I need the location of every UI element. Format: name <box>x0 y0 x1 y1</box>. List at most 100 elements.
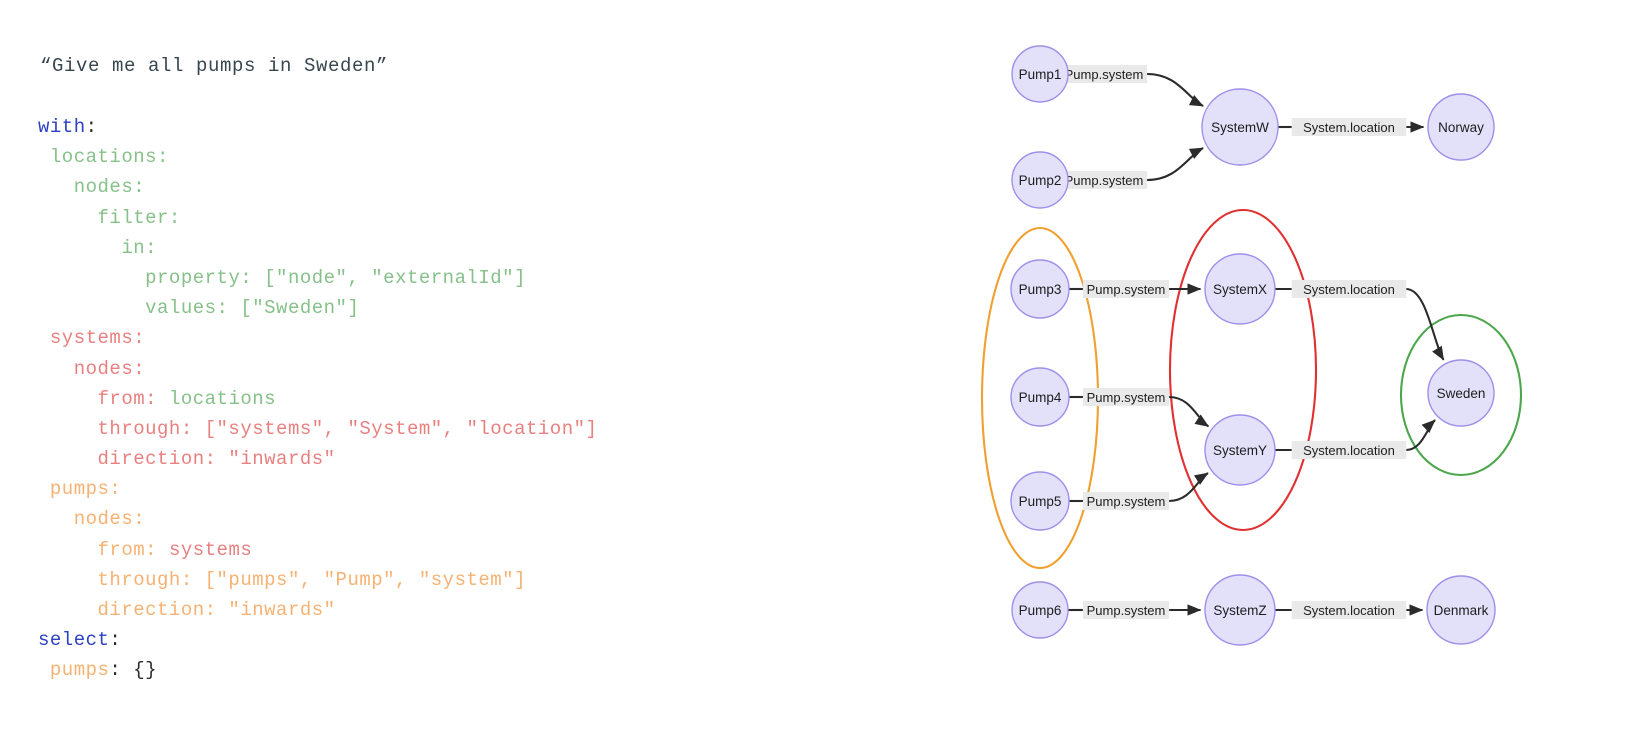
code-token: nodes: <box>73 357 146 380</box>
code-line: filter: <box>38 203 597 233</box>
code-line: nodes: <box>38 504 597 534</box>
edge-label: System.location <box>1303 443 1395 458</box>
code-line: from: locations <box>38 384 597 414</box>
graph-node-sweden[interactable]: Sweden <box>1427 359 1495 427</box>
edge-label: Pump.system <box>1087 282 1166 297</box>
code-line: locations: <box>38 142 597 172</box>
code-token: : <box>85 116 98 138</box>
code-token: values: ["Sweden"] <box>145 297 360 320</box>
graph-node-pump2[interactable]: Pump2 <box>1011 151 1069 209</box>
code-token: with <box>38 116 86 138</box>
node-label: Pump5 <box>1019 494 1062 509</box>
code-line: select: <box>38 625 597 655</box>
code-line: pumps: <box>38 474 597 504</box>
edge-label: Pump.system <box>1065 67 1144 82</box>
graph-node-pump5[interactable]: Pump5 <box>1010 471 1070 531</box>
code-token: direction: "inwards" <box>97 448 336 471</box>
graph-node-norway[interactable]: Norway <box>1427 93 1495 161</box>
code-line: through: ["systems", "System", "location… <box>38 414 597 444</box>
code-token: nodes: <box>73 176 146 199</box>
graph-node-pump4[interactable]: Pump4 <box>1010 367 1070 427</box>
graph-node-pump6[interactable]: Pump6 <box>1011 581 1069 639</box>
code-token: select <box>38 629 110 652</box>
graph-node-pump1[interactable]: Pump1 <box>1011 45 1069 103</box>
code-line: in: <box>38 233 597 263</box>
node-label: Pump2 <box>1019 173 1062 188</box>
node-label: Pump4 <box>1019 390 1062 405</box>
edge-label: Pump.system <box>1087 494 1166 509</box>
code-line: values: ["Sweden"] <box>38 293 597 323</box>
code-token: from: <box>97 538 169 561</box>
node-label: SystemX <box>1213 282 1267 297</box>
code-token: : <box>109 629 122 652</box>
node-label: SystemY <box>1213 443 1267 458</box>
code-token: systems: <box>49 327 146 350</box>
node-label: Sweden <box>1437 386 1486 401</box>
node-label: Norway <box>1438 120 1484 135</box>
code-token: nodes: <box>73 508 146 531</box>
graph-svg: Pump.systemPump.systemSystem.locationPum… <box>980 45 1523 646</box>
edge-label: Pump.system <box>1087 390 1166 405</box>
graph-node-denmark[interactable]: Denmark <box>1426 575 1496 645</box>
node-label: Denmark <box>1434 603 1489 618</box>
code-line: property: ["node", "externalId"] <box>38 263 597 293</box>
page-root: “Give me all pumps in Sweden” with: loca… <box>0 0 1644 749</box>
graph-node-systemw[interactable]: SystemW <box>1201 88 1279 166</box>
code-line: through: ["pumps", "Pump", "system"] <box>38 565 597 595</box>
natural-language-query: “Give me all pumps in Sweden” <box>40 55 389 77</box>
code-line: direction: "inwards" <box>38 595 597 625</box>
nodes-layer: Pump1 Pump2 SystemW Norway Pump3 Pump4 Pump5 Sy… <box>1010 45 1496 646</box>
node-label: Pump1 <box>1019 67 1062 82</box>
code-token: : {} <box>109 659 158 682</box>
graph-node-systemz[interactable]: SystemZ <box>1204 574 1276 646</box>
node-label: SystemZ <box>1213 603 1266 618</box>
graph-node-pump3[interactable]: Pump3 <box>1010 259 1070 319</box>
code-line: with: <box>38 112 597 142</box>
code-line: from: systems <box>38 535 597 565</box>
code-line: pumps: {} <box>38 655 597 685</box>
code-token: filter: <box>97 206 181 229</box>
code-token: systems <box>168 538 253 561</box>
code-line: direction: "inwards" <box>38 444 597 474</box>
code-token: direction: "inwards" <box>97 599 336 621</box>
code-line: systems: <box>38 323 597 353</box>
edge-pump2-to-systemw <box>1147 147 1204 182</box>
node-label: Pump6 <box>1019 603 1062 618</box>
edge-label: System.location <box>1303 603 1395 618</box>
graph-diagram: Pump.system Pump.system System.location Pum… <box>960 0 1644 749</box>
graph-node-systemx[interactable]: SystemX <box>1204 253 1276 325</box>
node-label: SystemW <box>1211 120 1269 135</box>
code-token: property: ["node", "externalId"] <box>145 266 526 289</box>
edge-label: Pump.system <box>1087 603 1166 618</box>
code-token: in: <box>121 236 158 259</box>
code-token: through: ["systems", "System", "location… <box>97 417 598 440</box>
code-line: nodes: <box>38 172 597 202</box>
query-code-block: with: locations: nodes: filter: in: prop… <box>38 112 597 686</box>
code-token: through: ["pumps", "Pump", "system"] <box>97 568 526 591</box>
code-token: from: <box>97 387 169 410</box>
edge-label: System.location <box>1303 120 1395 135</box>
graph-node-systemy[interactable]: SystemY <box>1204 414 1276 486</box>
code-line: nodes: <box>38 354 597 384</box>
edge-systemy-to-sweden <box>1406 419 1436 452</box>
query-code-panel: “Give me all pumps in Sweden” with: loca… <box>0 0 960 749</box>
code-token: pumps <box>49 659 110 682</box>
code-token: pumps: <box>49 478 122 501</box>
edge-label: System.location <box>1303 282 1395 297</box>
